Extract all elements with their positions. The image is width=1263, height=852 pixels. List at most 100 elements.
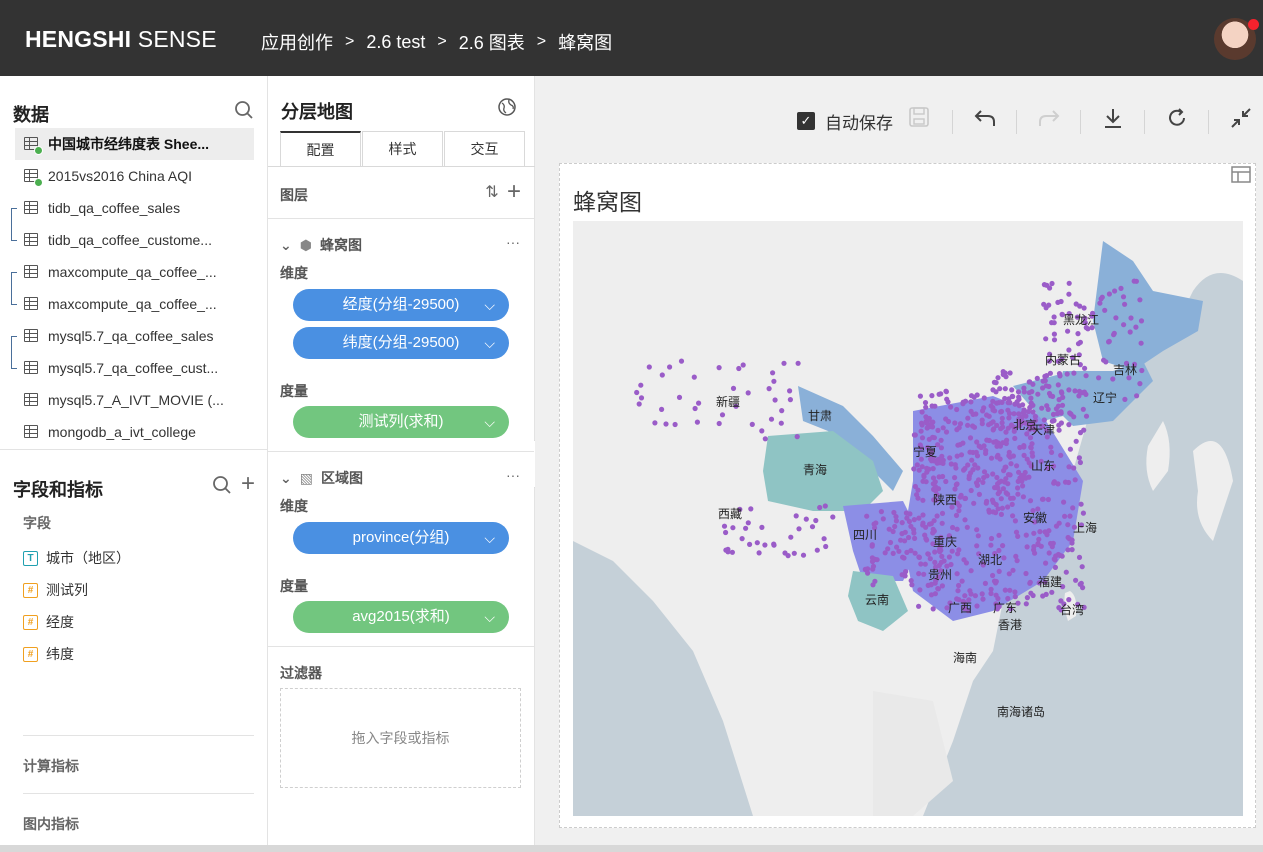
hexbin-point[interactable]: [636, 401, 642, 407]
hexbin-point[interactable]: [935, 427, 941, 433]
hexbin-point[interactable]: [1046, 528, 1052, 534]
hexbin-point[interactable]: [1056, 422, 1062, 428]
hexbin-point[interactable]: [1043, 560, 1049, 566]
hexbin-point[interactable]: [800, 552, 807, 558]
hexbin-point[interactable]: [1137, 381, 1143, 387]
hexbin-point[interactable]: [924, 420, 930, 426]
hexbin-point[interactable]: [1069, 540, 1075, 546]
hexbin-point[interactable]: [930, 466, 936, 472]
chevron-down-icon[interactable]: ⌵: [484, 601, 495, 633]
hexbin-point[interactable]: [803, 516, 809, 522]
hexbin-point[interactable]: [1030, 592, 1036, 599]
hexbin-point[interactable]: [1009, 501, 1015, 507]
hexbin-point[interactable]: [911, 527, 917, 533]
hexbin-point[interactable]: [1051, 480, 1057, 486]
hexbin-point[interactable]: [962, 517, 968, 523]
hexbin-point[interactable]: [1063, 569, 1069, 575]
hexbin-point[interactable]: [830, 514, 836, 520]
hexbin-point[interactable]: [1044, 373, 1050, 379]
hexbin-point[interactable]: [926, 436, 932, 442]
hexbin-point[interactable]: [996, 400, 1002, 406]
hexbin-point[interactable]: [974, 527, 980, 533]
hexbin-point[interactable]: [1031, 530, 1037, 536]
hexbin-point[interactable]: [919, 409, 925, 415]
hexbin-point[interactable]: [886, 526, 892, 532]
hexbin-point[interactable]: [1077, 581, 1083, 587]
hexbin-point[interactable]: [736, 365, 742, 372]
hexbin-point[interactable]: [1031, 547, 1037, 553]
hexbin-point[interactable]: [904, 515, 910, 521]
hexbin-point[interactable]: [1081, 427, 1087, 433]
hexbin-point[interactable]: [1012, 518, 1018, 524]
hexbin-point[interactable]: [1002, 370, 1008, 376]
download-icon[interactable]: [1101, 106, 1125, 137]
tab-config[interactable]: 配置: [280, 131, 361, 167]
hexbin-point[interactable]: [1020, 494, 1026, 500]
hexbin-point[interactable]: [646, 364, 652, 370]
hexbin-point[interactable]: [787, 397, 793, 403]
hexbin-point[interactable]: [1072, 388, 1078, 394]
hexbin-point[interactable]: [1073, 438, 1079, 444]
hexbin-point[interactable]: [1133, 324, 1139, 330]
hexbin-point[interactable]: [916, 571, 922, 577]
hexbin-point[interactable]: [1013, 553, 1019, 559]
hexbin-point[interactable]: [914, 462, 920, 468]
hexbin-point[interactable]: [998, 409, 1004, 415]
hexbin-point[interactable]: [954, 571, 960, 577]
hexbin-point[interactable]: [1062, 479, 1069, 485]
hexbin-point[interactable]: [953, 512, 960, 518]
hexbin-point[interactable]: [870, 566, 876, 572]
hexbin-point[interactable]: [1079, 564, 1085, 570]
hexbin-point[interactable]: [676, 394, 683, 400]
hexbin-point[interactable]: [1061, 499, 1067, 505]
hexbin-point[interactable]: [743, 525, 749, 531]
hexbin-point[interactable]: [920, 512, 926, 518]
hexbin-point[interactable]: [1075, 331, 1081, 337]
hexbin-point[interactable]: [932, 403, 938, 409]
hexbin-point[interactable]: [975, 533, 981, 539]
hexbin-point[interactable]: [1071, 465, 1077, 471]
hexbin-point[interactable]: [730, 525, 736, 531]
hexbin-point[interactable]: [865, 570, 871, 576]
hexbin-point[interactable]: [809, 524, 816, 530]
hexbin-point[interactable]: [997, 386, 1003, 392]
hexbin-point[interactable]: [730, 385, 737, 391]
hexbin-point[interactable]: [956, 508, 962, 514]
hexbin-point[interactable]: [952, 420, 958, 426]
hexbin-point[interactable]: [869, 543, 875, 549]
hexbin-point[interactable]: [1122, 396, 1128, 402]
hexbin-point[interactable]: [1122, 301, 1128, 307]
hexbin-point[interactable]: [1102, 307, 1108, 313]
hexbin-point[interactable]: [772, 397, 778, 403]
hexbin-point[interactable]: [759, 524, 765, 530]
hexbin-point[interactable]: [1012, 589, 1018, 595]
hexbin-point[interactable]: [923, 404, 929, 410]
hexbin-point[interactable]: [1076, 393, 1082, 399]
hexbin-point[interactable]: [1065, 534, 1071, 541]
hexbin-point[interactable]: [1051, 314, 1057, 320]
hexbin-point[interactable]: [1133, 278, 1139, 284]
hexbin-point[interactable]: [1082, 365, 1088, 371]
hexbin-point[interactable]: [955, 442, 961, 448]
chevron-down-icon[interactable]: ⌵: [484, 406, 495, 438]
hexbin-point[interactable]: [964, 524, 970, 530]
hexbin-point[interactable]: [954, 406, 960, 413]
hexbin-point[interactable]: [659, 406, 665, 412]
hexbin-point[interactable]: [1139, 367, 1145, 374]
dataset-item[interactable]: mongodb_a_ivt_college: [15, 416, 254, 448]
hexbin-point[interactable]: [954, 481, 960, 487]
hexbin-point[interactable]: [912, 550, 918, 556]
hexbin-point[interactable]: [739, 536, 745, 542]
hexbin-point[interactable]: [967, 435, 974, 441]
hexbin-point[interactable]: [1023, 570, 1029, 577]
hexbin-point[interactable]: [1028, 445, 1034, 451]
refresh-icon[interactable]: [1165, 106, 1189, 137]
hexbin-point[interactable]: [982, 580, 988, 586]
hexbin-point[interactable]: [939, 583, 945, 589]
hexbin-point[interactable]: [958, 452, 965, 458]
card-menu-icon[interactable]: [1230, 164, 1252, 193]
hexbin-point[interactable]: [740, 362, 746, 368]
hexbin-point[interactable]: [1028, 400, 1034, 406]
dataset-item[interactable]: tidb_qa_coffee_sales: [15, 192, 254, 224]
hexbin-point[interactable]: [916, 515, 922, 521]
